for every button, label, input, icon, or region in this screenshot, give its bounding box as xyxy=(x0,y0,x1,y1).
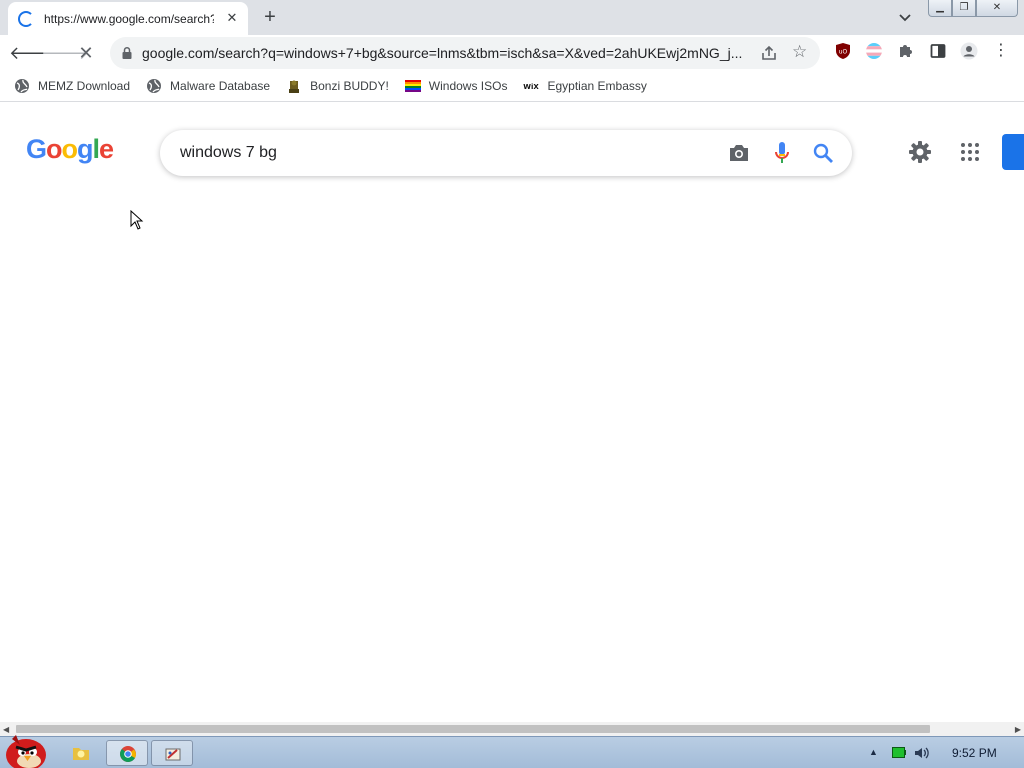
bookmark-label: Windows ISOs xyxy=(428,79,508,93)
window-minimize-button[interactable]: ▁ xyxy=(928,0,952,17)
window-close-button[interactable]: ✕ xyxy=(976,0,1018,17)
volume-speaker-icon[interactable] xyxy=(914,745,930,761)
window-restore-button[interactable]: ❐ xyxy=(952,0,976,17)
logo-letter: g xyxy=(77,134,93,164)
bookmark-memz-download[interactable]: MEMZ Download xyxy=(14,78,130,94)
battery-power-icon[interactable] xyxy=(892,747,906,758)
tab-strip: https://www.google.com/search?q=windows+… xyxy=(0,0,1024,35)
sign-in-button[interactable] xyxy=(1002,134,1024,170)
address-bar-url[interactable]: google.com/search?q=windows+7+bg&source=… xyxy=(142,45,754,61)
mouse-cursor-icon xyxy=(130,210,144,230)
bookmark-malware-database[interactable]: Malware Database xyxy=(146,78,270,94)
bookmarks-bar: MEMZ Download Malware Database Bonzi BUD… xyxy=(0,71,1024,102)
bookmark-star-icon[interactable]: ☆ xyxy=(792,42,807,62)
taskbar-chrome-button[interactable] xyxy=(106,740,148,766)
address-bar[interactable]: google.com/search?q=windows+7+bg&source=… xyxy=(110,37,820,69)
logo-letter: o xyxy=(46,134,62,164)
wix-icon: WiX xyxy=(524,83,540,91)
windows-taskbar: ▲ 9:52 PM xyxy=(0,735,1024,768)
bookmark-egyptian-embassy[interactable]: WiX Egyptian Embassy xyxy=(523,78,647,94)
browser-tab-active[interactable]: https://www.google.com/search?q=windows+… xyxy=(8,2,248,35)
new-tab-button[interactable]: + xyxy=(258,6,282,30)
search-box[interactable] xyxy=(160,130,852,176)
taskbar-paint-button[interactable] xyxy=(151,740,193,766)
folder-icon xyxy=(73,748,89,760)
search-icon[interactable] xyxy=(812,142,834,164)
forward-button[interactable]: 🡒 xyxy=(41,40,89,66)
taskbar-explorer-button[interactable] xyxy=(60,740,102,766)
scroll-right-arrow-icon[interactable]: ▶ xyxy=(1015,725,1021,734)
horizontal-scrollbar[interactable]: ◀ ▶ xyxy=(0,722,1024,736)
svg-text:WiX: WiX xyxy=(524,83,540,91)
microphone-icon[interactable] xyxy=(774,141,790,165)
rainbow-flag-icon xyxy=(404,80,421,92)
ublock-origin-icon[interactable]: uO xyxy=(834,42,852,60)
back-button[interactable]: 🡐 xyxy=(9,40,57,66)
share-icon[interactable] xyxy=(760,44,778,62)
tab-title: https://www.google.com/search?q=windows+… xyxy=(44,11,214,26)
chrome-icon xyxy=(120,746,137,762)
bonzi-icon xyxy=(289,80,300,93)
google-logo[interactable]: Google xyxy=(26,134,114,168)
show-hidden-icons-arrow[interactable]: ▲ xyxy=(869,747,878,757)
google-apps-grid-icon[interactable] xyxy=(960,142,980,162)
stop-loading-button[interactable]: ✕ xyxy=(73,40,99,66)
logo-letter: e xyxy=(99,134,114,164)
extensions-puzzle-icon[interactable] xyxy=(897,42,915,60)
bookmark-label: MEMZ Download xyxy=(38,79,131,93)
google-results-page: Google xyxy=(0,102,1024,722)
browser-toolbar: 🡐 🡒 ✕ google.com/search?q=windows+7+bg&s… xyxy=(0,35,1024,71)
loading-spinner-icon xyxy=(18,10,34,27)
logo-letter: o xyxy=(61,134,78,164)
logo-letter: G xyxy=(26,134,47,164)
side-panel-icon[interactable] xyxy=(929,42,947,60)
tab-close-icon[interactable]: ✕ xyxy=(224,10,240,26)
start-button-angry-bird-icon[interactable] xyxy=(2,731,50,768)
bookmark-bonzi-buddy[interactable]: Bonzi BUDDY! xyxy=(286,78,389,94)
svg-text:uO: uO xyxy=(839,49,848,56)
bookmark-windows-isos[interactable]: Windows ISOs xyxy=(404,78,508,94)
taskbar-clock[interactable]: 9:52 PM xyxy=(952,746,997,760)
globe-icon xyxy=(15,79,29,93)
bookmark-label: Malware Database xyxy=(170,79,271,93)
bookmark-label: Egyptian Embassy xyxy=(547,79,647,93)
bookmark-label: Bonzi BUDDY! xyxy=(310,79,389,93)
paint-icon xyxy=(165,748,181,761)
scrollbar-thumb[interactable] xyxy=(16,725,930,733)
settings-gear-icon[interactable] xyxy=(908,140,932,164)
trans-flag-extension-icon[interactable] xyxy=(865,42,883,60)
chrome-menu-icon[interactable]: ⋮ xyxy=(992,42,1010,60)
tab-search-chevron-icon[interactable] xyxy=(895,8,915,28)
camera-lens-search-icon[interactable] xyxy=(728,143,750,163)
screen: https://www.google.com/search?q=windows+… xyxy=(0,0,1024,768)
lock-icon[interactable] xyxy=(120,46,134,60)
globe-icon xyxy=(147,79,162,93)
profile-avatar-icon[interactable] xyxy=(960,42,978,60)
search-input[interactable] xyxy=(180,142,700,164)
